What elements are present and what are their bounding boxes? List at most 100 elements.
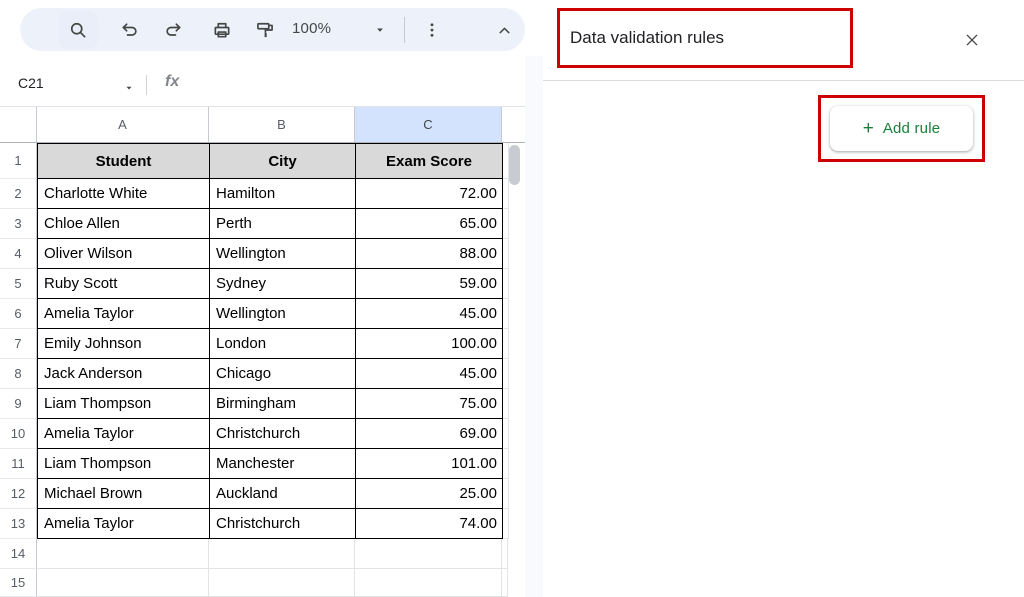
toolbar: 100% <box>20 8 525 51</box>
cell[interactable]: Liam Thompson <box>37 449 210 479</box>
print-icon[interactable] <box>211 19 233 41</box>
sheet-row: 4 Oliver Wilson Wellington 88.00 <box>0 239 525 269</box>
add-rule-button[interactable]: + Add rule <box>830 106 973 151</box>
sheet-row: 7 Emily Johnson London 100.00 <box>0 329 525 359</box>
sheet-row: 12 Michael Brown Auckland 25.00 <box>0 479 525 509</box>
grid-sliver <box>503 389 509 419</box>
cell[interactable]: Auckland <box>210 479 356 509</box>
row-number[interactable]: 6 <box>0 299 37 329</box>
sheet-row: 13 Amelia Taylor Christchurch 74.00 <box>0 509 525 539</box>
cell[interactable]: Ruby Scott <box>37 269 210 299</box>
fx-icon[interactable]: fx <box>165 73 179 91</box>
zoom-level[interactable]: 100% <box>292 20 331 37</box>
cell[interactable]: Amelia Taylor <box>37 419 210 449</box>
cell[interactable]: Emily Johnson <box>37 329 210 359</box>
cell[interactable]: 45.00 <box>356 359 503 389</box>
undo-icon[interactable] <box>119 19 141 41</box>
grid-sliver <box>503 479 509 509</box>
sheet-row: 10 Amelia Taylor Christchurch 69.00 <box>0 419 525 449</box>
cell[interactable]: 88.00 <box>356 239 503 269</box>
row-number[interactable]: 14 <box>0 539 37 569</box>
cell[interactable]: 100.00 <box>356 329 503 359</box>
row-number[interactable]: 3 <box>0 209 37 239</box>
sheet-row: 1 Student City Exam Score <box>0 143 525 179</box>
cell[interactable]: Exam Score <box>356 143 503 179</box>
cell[interactable] <box>355 569 502 597</box>
row-number[interactable]: 10 <box>0 419 37 449</box>
cell[interactable] <box>37 569 209 597</box>
column-header-sliver <box>502 107 525 142</box>
cell[interactable]: London <box>210 329 356 359</box>
cell[interactable]: Manchester <box>210 449 356 479</box>
cell[interactable]: Chloe Allen <box>37 209 210 239</box>
vertical-scrollbar-thumb[interactable] <box>509 145 520 185</box>
column-header-c[interactable]: C <box>355 107 502 142</box>
column-header-a[interactable]: A <box>37 107 209 142</box>
row-number[interactable]: 4 <box>0 239 37 269</box>
cell[interactable]: Student <box>37 143 210 179</box>
data-validation-panel: Data validation rules + Add rule <box>543 0 1024 597</box>
row-number[interactable]: 15 <box>0 569 37 597</box>
cell[interactable]: Wellington <box>210 299 356 329</box>
cell[interactable]: Perth <box>210 209 356 239</box>
sheet-row: 11 Liam Thompson Manchester 101.00 <box>0 449 525 479</box>
name-box[interactable]: C21 <box>18 75 44 91</box>
cell[interactable]: Christchurch <box>210 419 356 449</box>
cell[interactable]: Christchurch <box>210 509 356 539</box>
cell[interactable]: Liam Thompson <box>37 389 210 419</box>
sheet-row: 5 Ruby Scott Sydney 59.00 <box>0 269 525 299</box>
row-number[interactable]: 13 <box>0 509 37 539</box>
row-number[interactable]: 1 <box>0 143 37 179</box>
cell[interactable] <box>209 569 355 597</box>
cell[interactable]: 74.00 <box>356 509 503 539</box>
cell[interactable]: Jack Anderson <box>37 359 210 389</box>
cell[interactable]: 65.00 <box>356 209 503 239</box>
grid-sliver <box>503 509 509 539</box>
more-options-icon[interactable] <box>421 19 443 41</box>
row-number[interactable]: 11 <box>0 449 37 479</box>
paint-format-icon[interactable] <box>254 19 276 41</box>
cell[interactable]: Chicago <box>210 359 356 389</box>
panel-gutter <box>525 56 543 597</box>
column-header-b[interactable]: B <box>209 107 355 142</box>
row-number[interactable]: 5 <box>0 269 37 299</box>
cell[interactable]: Amelia Taylor <box>37 299 210 329</box>
grid-sliver <box>502 539 508 569</box>
zoom-dropdown-caret-icon[interactable] <box>369 19 391 41</box>
collapse-toolbar-icon[interactable] <box>493 19 515 41</box>
cell[interactable]: Amelia Taylor <box>37 509 210 539</box>
sheet-rows: 1 Student City Exam Score 2 Charlotte White Ha… <box>0 143 525 597</box>
cell[interactable]: 72.00 <box>356 179 503 209</box>
cell[interactable]: Oliver Wilson <box>37 239 210 269</box>
cell[interactable]: Sydney <box>210 269 356 299</box>
redo-icon[interactable] <box>162 19 184 41</box>
grid-sliver <box>503 359 509 389</box>
formula-bar: C21 fx <box>0 62 525 107</box>
row-number[interactable]: 9 <box>0 389 37 419</box>
row-number[interactable]: 12 <box>0 479 37 509</box>
search-icon[interactable] <box>67 19 89 41</box>
grid-sliver <box>503 329 509 359</box>
cell[interactable]: 59.00 <box>356 269 503 299</box>
row-number[interactable]: 8 <box>0 359 37 389</box>
select-all-corner[interactable] <box>0 107 37 142</box>
cell[interactable]: 69.00 <box>356 419 503 449</box>
cell[interactable]: City <box>210 143 356 179</box>
cell[interactable] <box>355 539 502 569</box>
close-icon[interactable] <box>958 26 986 54</box>
name-box-caret-icon[interactable] <box>118 77 140 99</box>
cell[interactable]: Charlotte White <box>37 179 210 209</box>
cell[interactable]: Michael Brown <box>37 479 210 509</box>
cell[interactable]: Birmingham <box>210 389 356 419</box>
cell[interactable]: Wellington <box>210 239 356 269</box>
row-number[interactable]: 2 <box>0 179 37 209</box>
cell[interactable]: 101.00 <box>356 449 503 479</box>
cell[interactable]: 75.00 <box>356 389 503 419</box>
cell[interactable]: 45.00 <box>356 299 503 329</box>
sheet-row: 14 <box>0 539 525 569</box>
cell[interactable]: Hamilton <box>210 179 356 209</box>
cell[interactable] <box>209 539 355 569</box>
cell[interactable] <box>37 539 209 569</box>
cell[interactable]: 25.00 <box>356 479 503 509</box>
row-number[interactable]: 7 <box>0 329 37 359</box>
